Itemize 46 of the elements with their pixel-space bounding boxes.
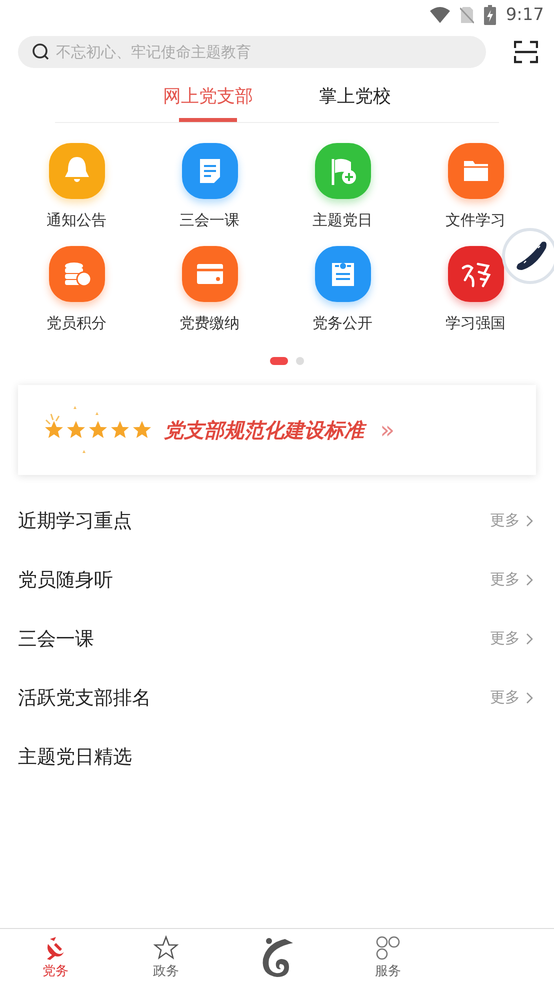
wifi-icon xyxy=(430,7,450,23)
nav-tab[interactable]: 服务 xyxy=(332,929,444,986)
app-label: 文件学习 xyxy=(446,211,506,230)
banner-card[interactable]: 党支部规范化建设标准 » xyxy=(18,385,536,475)
app-label: 通知公告 xyxy=(46,211,106,230)
app-icon[interactable] xyxy=(48,143,104,199)
more-link[interactable]: 更多 xyxy=(490,570,534,589)
battery-icon xyxy=(484,5,496,25)
section-title: 主题党日精选 xyxy=(18,744,132,770)
app-icon[interactable] xyxy=(314,143,370,199)
chevron-icon: » xyxy=(380,416,395,444)
app-label: 党务公开 xyxy=(312,314,372,333)
more-link[interactable]: 更多 xyxy=(490,688,534,707)
app-label: 主题党日 xyxy=(312,211,372,230)
no-sim-icon xyxy=(460,6,474,24)
app-label: 学习强国 xyxy=(446,314,506,333)
section-title: 近期学习重点 xyxy=(18,508,132,534)
app-icon[interactable] xyxy=(448,143,504,199)
app-icon[interactable] xyxy=(182,143,238,199)
app-icon[interactable] xyxy=(314,246,370,302)
app-icon[interactable] xyxy=(182,246,238,302)
search-field[interactable]: 不忘初心、牢记使命主题教育 xyxy=(18,36,486,68)
clock-time: 9:17 xyxy=(506,5,544,25)
nav-tab[interactable]: 党务 xyxy=(0,929,111,986)
tab[interactable]: 网上党支部 xyxy=(161,78,255,122)
circles-icon xyxy=(374,935,401,961)
section-title: 活跃党支部排名 xyxy=(18,686,151,710)
app-icon[interactable] xyxy=(448,246,504,302)
app-icon[interactable] xyxy=(48,246,104,302)
section-title: 三会一课 xyxy=(18,626,94,652)
nav-tab[interactable]: 政务 xyxy=(110,929,222,986)
more-link[interactable]: 更多 xyxy=(490,511,534,530)
app-label: 党员积分 xyxy=(46,314,106,333)
assistant-float-button[interactable] xyxy=(502,228,554,284)
chevron-icon xyxy=(526,632,534,644)
star-icon xyxy=(153,935,180,961)
chevron-icon xyxy=(526,574,534,586)
section-title: 党员随身听 xyxy=(18,568,113,592)
chevron-icon xyxy=(526,692,534,704)
scan-icon[interactable] xyxy=(514,40,538,64)
chevron-icon xyxy=(526,514,534,526)
app-label: 党费缴纳 xyxy=(180,314,240,333)
search-icon xyxy=(32,43,50,61)
tab[interactable]: 掌上党校 xyxy=(317,78,393,122)
app-label: 三会一课 xyxy=(180,211,240,230)
more-link[interactable]: 更多 xyxy=(490,629,534,648)
